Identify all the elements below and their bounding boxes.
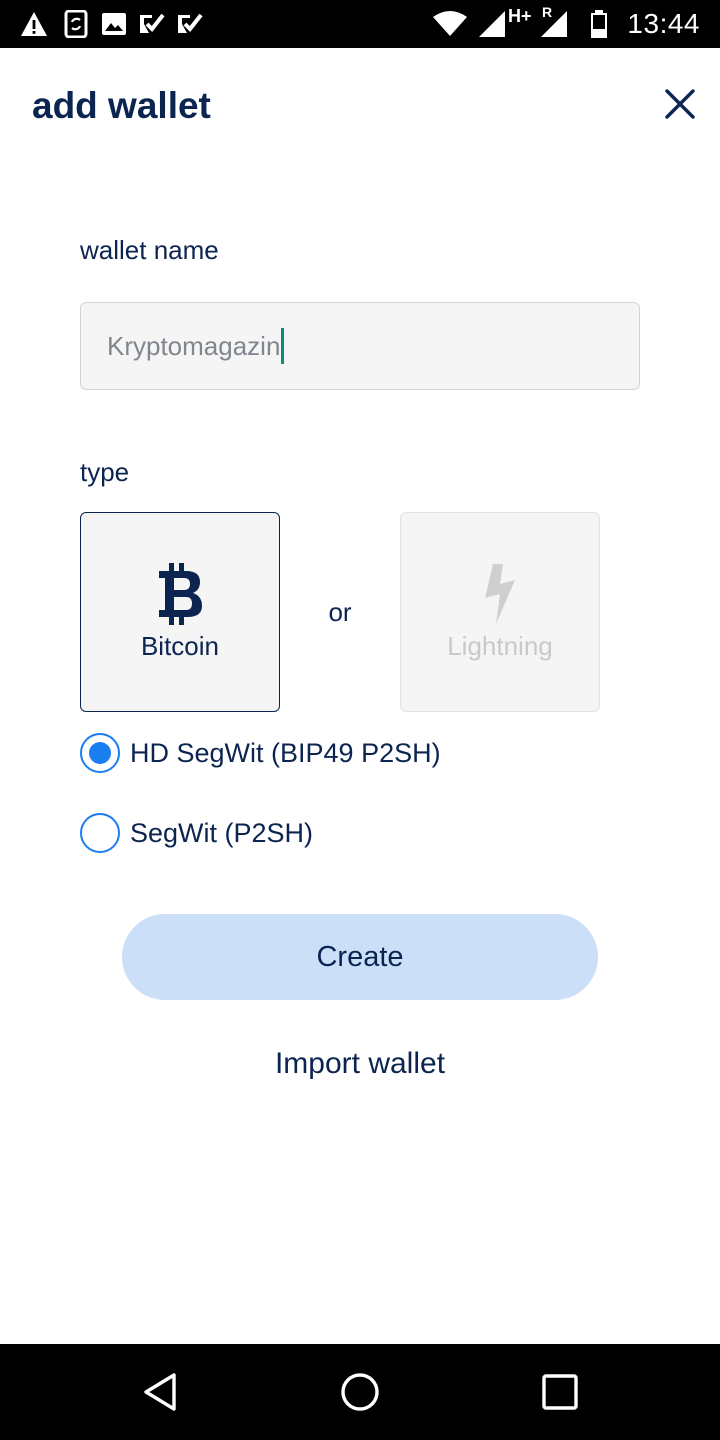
signal-icon bbox=[478, 10, 506, 38]
type-label: type bbox=[80, 457, 130, 487]
radio-segwit-label: SegWit (P2SH) bbox=[130, 818, 314, 848]
import-wallet-button[interactable]: Import wallet bbox=[160, 1044, 560, 1084]
close-button[interactable] bbox=[656, 84, 704, 128]
wallet-name-label: wallet name bbox=[80, 235, 219, 265]
network-type: H+ bbox=[508, 6, 532, 26]
lightning-icon bbox=[470, 562, 530, 626]
navigation-bar bbox=[0, 1344, 720, 1440]
recents-icon[interactable] bbox=[536, 1368, 584, 1416]
type-lightning-card[interactable]: Lightning bbox=[400, 512, 600, 712]
bitcoin-icon bbox=[150, 562, 210, 626]
battery-icon bbox=[586, 10, 612, 38]
home-icon[interactable] bbox=[336, 1368, 384, 1416]
radio-button-checked[interactable] bbox=[80, 733, 120, 773]
check-badge-icon bbox=[138, 10, 166, 38]
warning-icon bbox=[20, 10, 48, 38]
signal-roaming-icon bbox=[540, 10, 568, 38]
wallet-name-input[interactable]: Kryptomagazin bbox=[80, 302, 640, 390]
type-lightning-label: Lightning bbox=[447, 631, 553, 661]
page-title: add wallet bbox=[32, 85, 211, 126]
type-bitcoin-label: Bitcoin bbox=[140, 631, 220, 661]
text-caret bbox=[281, 328, 285, 364]
or-separator: or bbox=[328, 597, 352, 627]
radio-button-unchecked[interactable] bbox=[80, 813, 120, 853]
back-icon[interactable] bbox=[136, 1368, 184, 1416]
radio-dot bbox=[89, 742, 111, 764]
image-icon bbox=[100, 10, 128, 38]
type-bitcoin-card[interactable]: Bitcoin bbox=[80, 512, 280, 712]
radio-segwit[interactable]: SegWit (P2SH) bbox=[80, 812, 313, 854]
status-time: 13:44 bbox=[627, 8, 700, 39]
phone-sync-icon bbox=[62, 10, 90, 38]
create-button[interactable]: Create bbox=[122, 914, 598, 1000]
close-icon bbox=[665, 88, 695, 124]
wallet-name-value: Kryptomagazin bbox=[107, 330, 281, 361]
radio-hd-segwit-label: HD SegWit (BIP49 P2SH) bbox=[130, 738, 441, 768]
status-bar: H+ R 13:44 bbox=[0, 0, 720, 48]
radio-hd-segwit[interactable]: HD SegWit (BIP49 P2SH) bbox=[80, 732, 441, 774]
check-badge-icon bbox=[176, 10, 204, 38]
wifi-icon bbox=[432, 10, 468, 38]
